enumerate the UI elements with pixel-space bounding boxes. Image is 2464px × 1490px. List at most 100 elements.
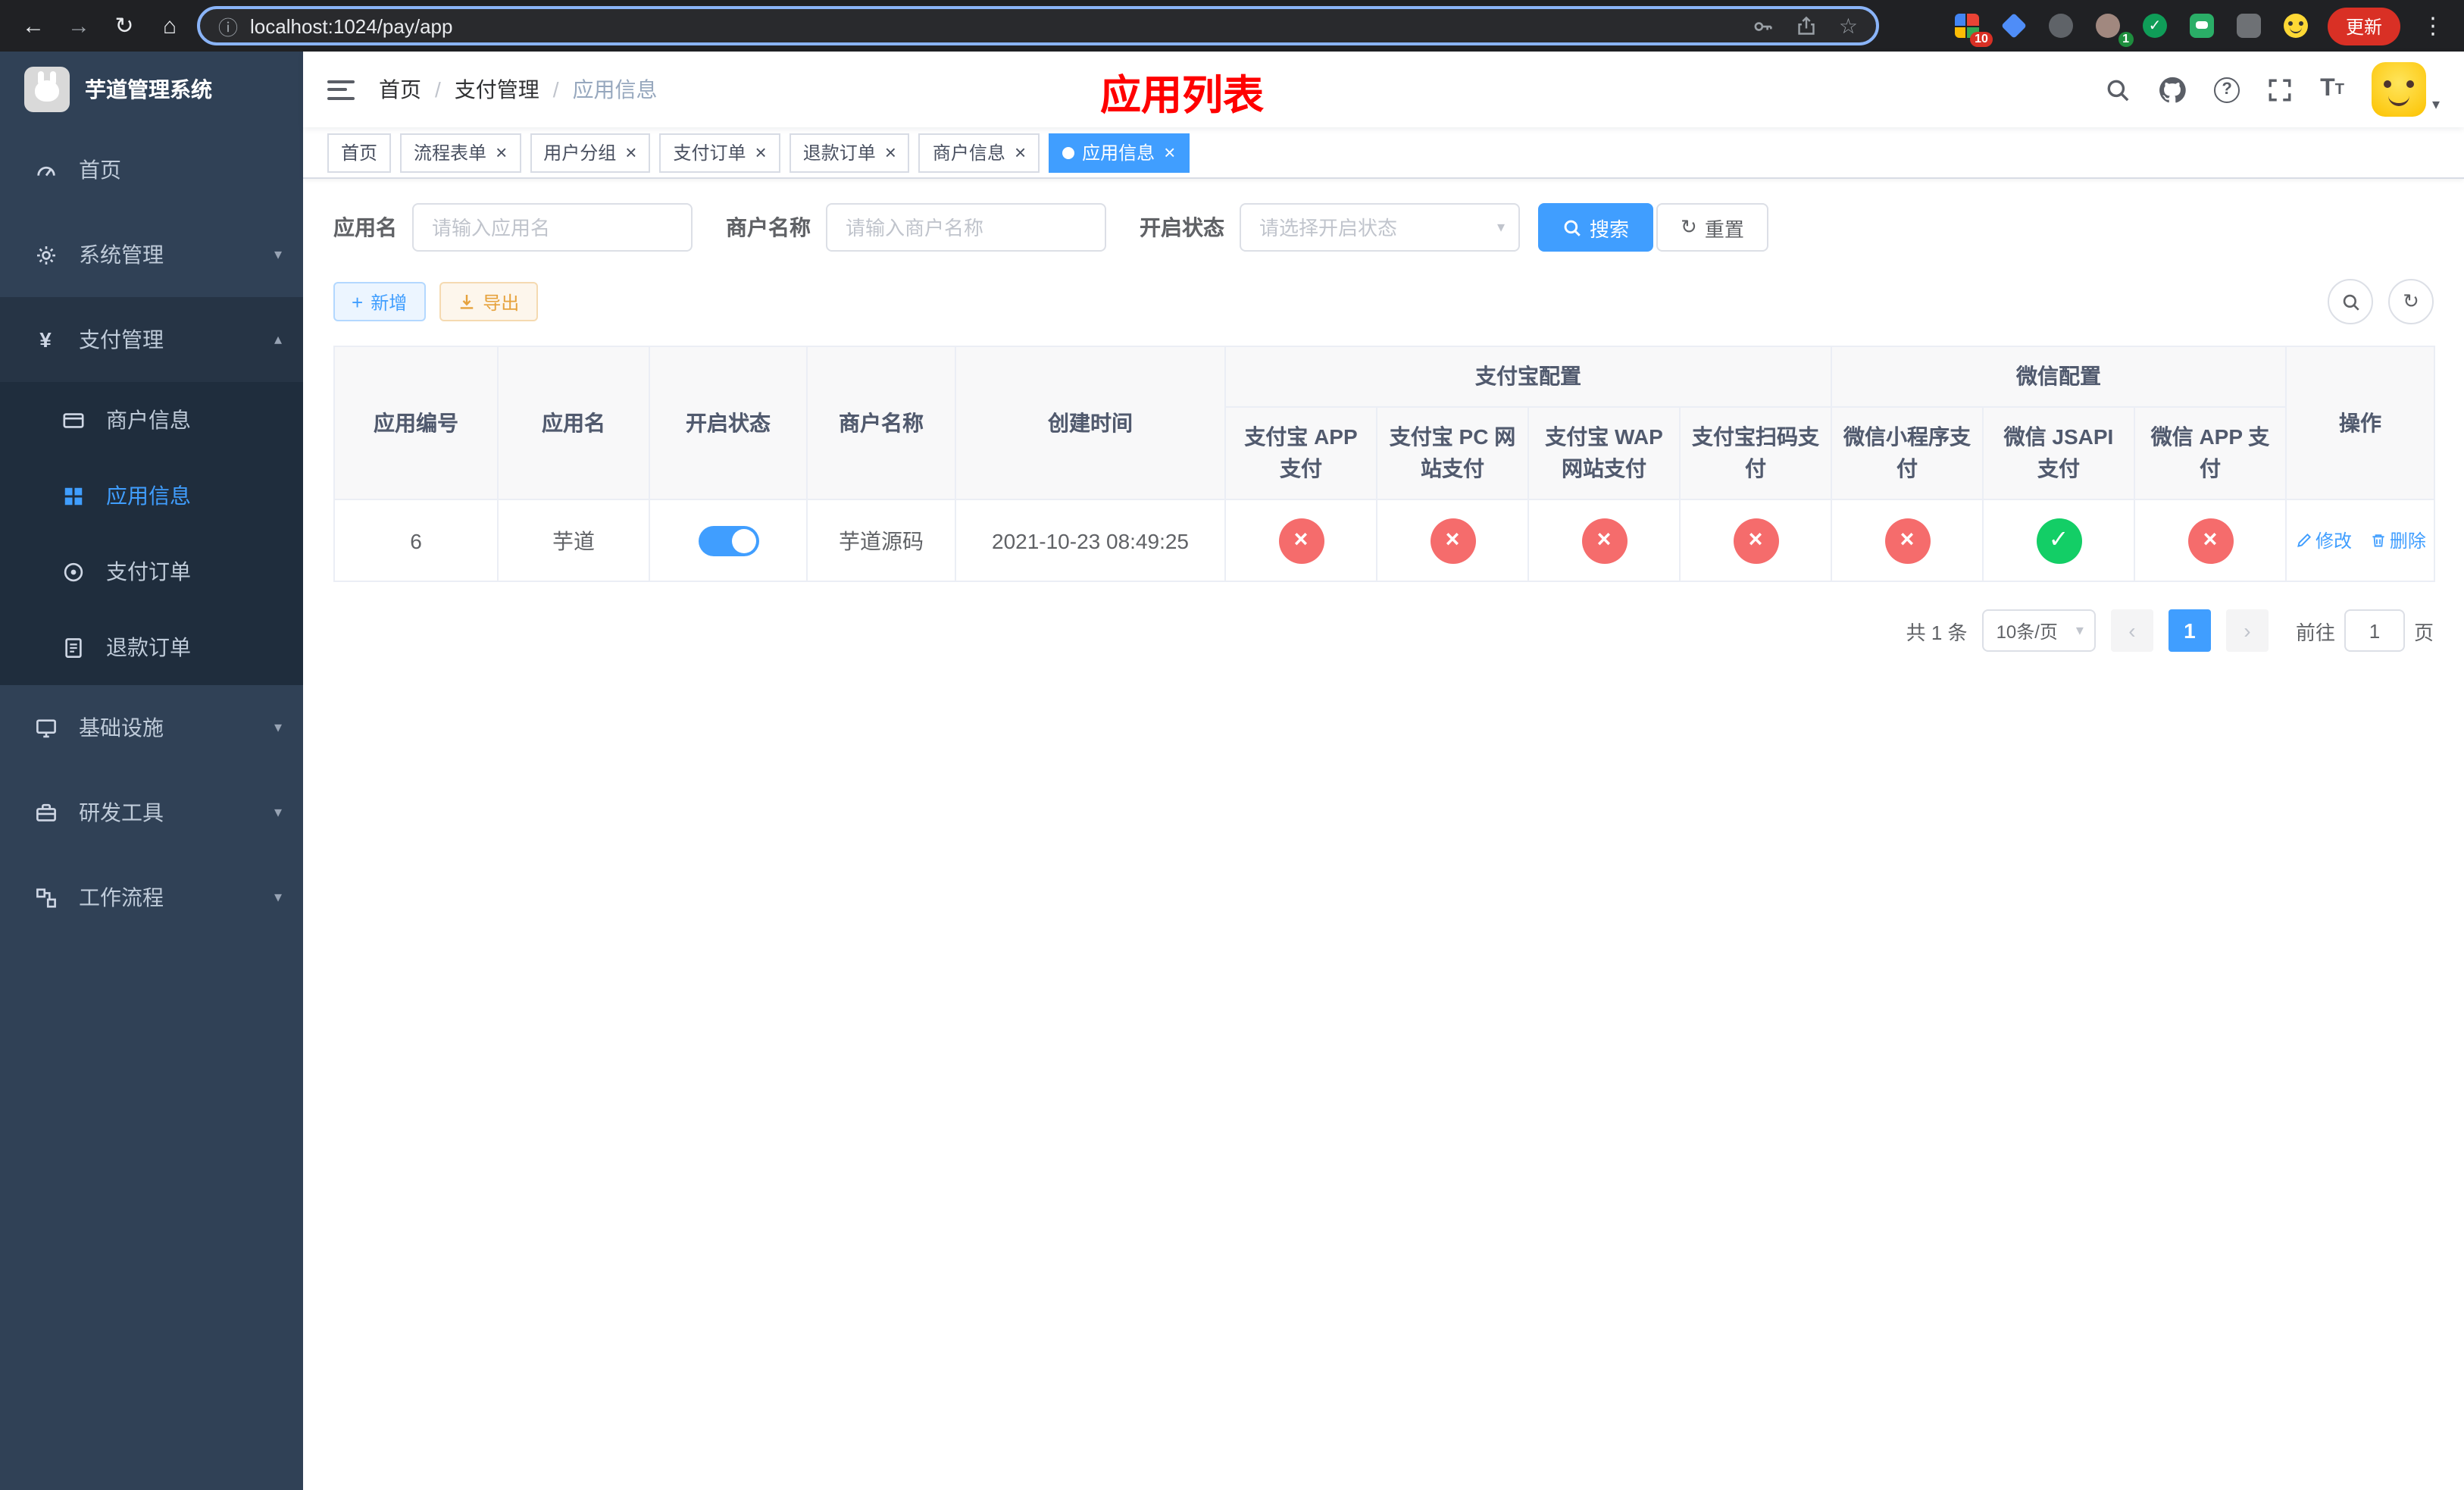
app-table: 应用编号 应用名 开启状态 商户名称 创建时间 支付宝配置 微信配置 操作 支付… (333, 346, 2435, 582)
table-toolbar: + 新增 导出 ↻ (333, 279, 2434, 324)
delete-link[interactable]: 删除 (2370, 527, 2426, 553)
sidebar-item-pay-orders[interactable]: 支付订单 (0, 534, 303, 609)
breadcrumb-home[interactable]: 首页 (379, 74, 421, 105)
tab-merchant-info[interactable]: 商户信息 × (918, 133, 1040, 172)
sidebar-toggle-icon[interactable] (327, 80, 355, 99)
tab-pay-orders[interactable]: 支付订单 × (659, 133, 780, 172)
close-icon[interactable]: × (1164, 142, 1175, 162)
share-icon[interactable] (1796, 15, 1818, 36)
browser-menu-icon[interactable]: ⋮ (2417, 12, 2449, 39)
password-key-icon[interactable] (1753, 14, 1775, 37)
col-header-status: 开启状态 (649, 346, 808, 500)
header-search-icon[interactable] (2105, 77, 2131, 102)
edit-pencil-icon (2296, 532, 2312, 549)
docs-help-icon[interactable]: ? (2214, 77, 2240, 102)
back-icon[interactable]: ← (15, 8, 52, 44)
sidebar-item-home[interactable]: 首页 (0, 127, 303, 212)
next-page-button[interactable]: › (2225, 609, 2269, 652)
toolbox-icon (33, 800, 58, 825)
pagination: 共 1 条 10条/页 ▾ ‹ 1 › 前往 页 (333, 609, 2434, 652)
cell-app-name: 芋道 (497, 499, 650, 582)
close-icon[interactable]: × (885, 142, 896, 162)
chevron-down-icon: ▾ (2075, 622, 2084, 639)
user-menu[interactable]: ▾ (2371, 62, 2440, 117)
extension-pin-icon[interactable] (2234, 11, 2264, 41)
site-info-icon[interactable]: ⓘ (218, 11, 238, 40)
tab-process-form[interactable]: 流程表单 × (400, 133, 521, 172)
github-icon[interactable] (2158, 75, 2187, 104)
extension-diamond-icon[interactable] (1999, 11, 2029, 41)
toggle-search-button[interactable] (2328, 279, 2373, 324)
extension-profile-icon[interactable]: 1 (2093, 11, 2134, 47)
tags-view: 首页 流程表单 × 用户分组 × 支付订单 × 退款订单 × 商户信息 × 应用信息 × (303, 127, 2464, 179)
sidebar-item-system[interactable]: 系统管理 ▾ (0, 212, 303, 297)
refresh-table-button[interactable]: ↻ (2388, 279, 2434, 324)
goto-page-input[interactable] (2344, 609, 2405, 652)
col-header-merchant: 商户名称 (806, 346, 956, 500)
status-label: 开启状态 (1140, 215, 1224, 239)
status-select-input[interactable] (1240, 203, 1520, 252)
extension-check-icon[interactable]: ✓ (2140, 11, 2170, 41)
col-header-alipay-qr: 支付宝扫码支付 (1679, 406, 1832, 500)
sidebar-item-app-info[interactable]: 应用信息 (0, 458, 303, 534)
search-button[interactable]: 搜索 (1538, 203, 1654, 252)
col-group-alipay: 支付宝配置 (1224, 346, 1832, 408)
add-button[interactable]: + 新增 (333, 282, 426, 321)
address-bar[interactable]: ⓘ localhost:1024/pay/app ☆ (197, 6, 1879, 45)
avatar (2371, 62, 2426, 117)
col-header-app-id: 应用编号 (333, 346, 499, 500)
breadcrumb-payment[interactable]: 支付管理 (455, 74, 539, 105)
sidebar-item-infrastructure[interactable]: 基础设施 ▾ (0, 685, 303, 770)
sidebar-item-merchant-info[interactable]: 商户信息 (0, 382, 303, 458)
prev-page-button[interactable]: ‹ (2110, 609, 2153, 652)
tab-app-info[interactable]: 应用信息 × (1049, 133, 1190, 172)
fullscreen-icon[interactable] (2267, 77, 2293, 102)
col-header-alipay-wap: 支付宝 WAP 网站支付 (1527, 406, 1681, 500)
home-icon[interactable]: ⌂ (152, 8, 188, 44)
cell-status (649, 499, 808, 582)
tab-user-group[interactable]: 用户分组 × (530, 133, 651, 172)
font-size-icon[interactable]: TT (2320, 76, 2344, 103)
edit-link[interactable]: 修改 (2296, 527, 2352, 553)
trash-icon (2370, 532, 2387, 549)
bookmark-star-icon[interactable]: ☆ (1839, 13, 1858, 39)
tab-home[interactable]: 首页 (327, 133, 392, 172)
extension-face-icon[interactable] (2281, 11, 2311, 41)
close-icon[interactable]: × (496, 142, 507, 162)
extension-dark-icon[interactable] (2046, 11, 2076, 41)
close-icon[interactable]: × (755, 142, 767, 162)
sidebar-item-payment[interactable]: ¥ 支付管理 ▴ (0, 297, 303, 382)
chevron-down-icon: ▾ (274, 246, 282, 263)
download-icon (457, 293, 475, 311)
cell-app-id: 6 (333, 499, 499, 582)
sidebar-item-refund-orders[interactable]: 退款订单 (0, 609, 303, 685)
chrome-update-button[interactable]: 更新 (2327, 7, 2400, 45)
reset-button[interactable]: ↻ 重置 (1656, 203, 1768, 252)
status-toggle[interactable] (698, 525, 758, 556)
extension-chat-icon[interactable] (2187, 11, 2217, 41)
reload-icon[interactable]: ↻ (106, 8, 142, 44)
export-button[interactable]: 导出 (439, 282, 538, 321)
close-icon[interactable]: × (625, 142, 636, 162)
app-name-input[interactable] (412, 203, 693, 252)
merchant-name-input[interactable] (826, 203, 1106, 252)
url-text: localhost:1024/pay/app (250, 14, 453, 37)
page-1-button[interactable]: 1 (2168, 609, 2211, 652)
sidebar-item-dev-tools[interactable]: 研发工具 ▾ (0, 770, 303, 855)
close-icon[interactable]: × (1015, 142, 1026, 162)
status-select[interactable]: ▾ (1240, 203, 1520, 252)
chevron-down-icon: ▾ (274, 889, 282, 906)
col-header-ops: 操作 (2285, 346, 2435, 500)
extensions-puzzle-icon[interactable]: 10 (1952, 11, 1993, 47)
col-group-wechat: 微信配置 (1831, 346, 2287, 408)
order-icon (61, 559, 85, 584)
app-logo[interactable]: 芋道管理系统 (0, 52, 303, 127)
forward-icon[interactable]: → (61, 8, 97, 44)
wechat-jsapi-status-icon: ✓ (2036, 518, 2081, 563)
browser-toolbar: ← → ↻ ⌂ ⓘ localhost:1024/pay/app ☆ 10 1 … (0, 0, 2464, 52)
col-header-wechat-jsapi: 微信 JSAPI 支付 (1982, 406, 2135, 500)
page-size-select[interactable]: 10条/页 ▾ (1982, 609, 2096, 652)
tab-refund-orders[interactable]: 退款订单 × (789, 133, 910, 172)
alipay-pc-status-icon: × (1430, 518, 1475, 563)
sidebar-item-workflow[interactable]: 工作流程 ▾ (0, 855, 303, 940)
